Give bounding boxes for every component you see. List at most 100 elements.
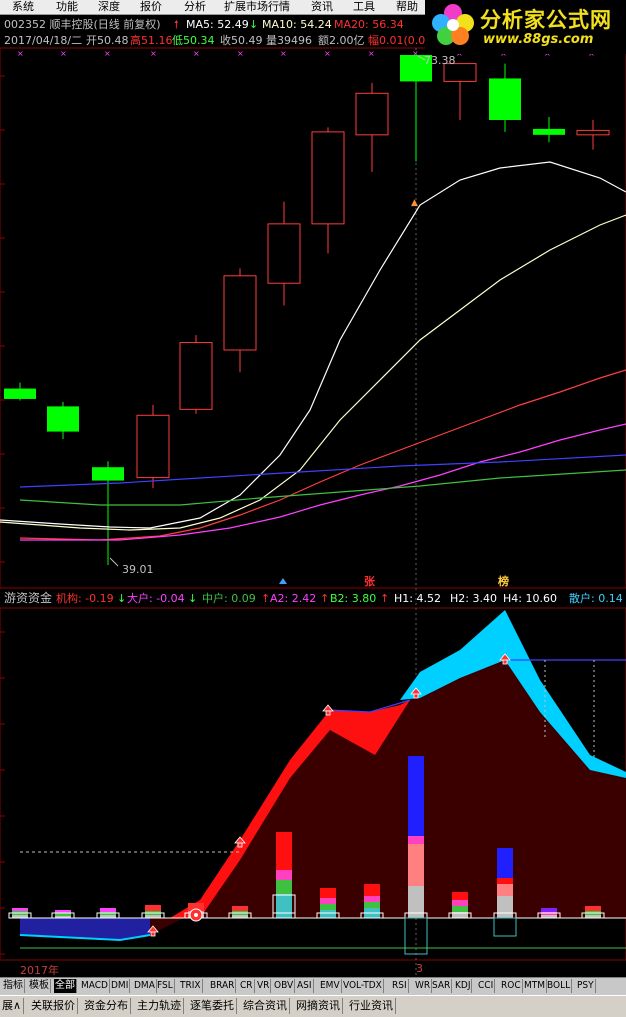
up-arrow-stem (150, 931, 156, 937)
candle-down (533, 128, 565, 135)
stacked-bar-segment (276, 832, 292, 870)
stacked-bar-segment (452, 900, 468, 906)
a2-arrow-up-icon: ↑ (320, 592, 330, 605)
tab-kdj[interactable]: KDJ (454, 979, 473, 993)
indicator-name: 游资资金 (4, 591, 53, 605)
stacked-bar-segment (408, 836, 424, 844)
sanhu-label: 散户: 0.14 (569, 592, 623, 605)
menu-item-8[interactable]: 帮助 (396, 0, 418, 13)
tab-asi[interactable]: ASI (296, 979, 314, 993)
neg-bar-outline-2 (493, 917, 517, 937)
menu-item-4[interactable]: 分析 (184, 0, 206, 13)
tab-psy[interactable]: PSY (576, 979, 596, 993)
tab-macd[interactable]: MACD (80, 979, 110, 993)
bottom-tab-5[interactable]: 综合资讯 (241, 998, 290, 1014)
tab-dmi[interactable]: DMI (110, 979, 131, 993)
bottom-tab-2[interactable]: 资金分布 (82, 998, 131, 1014)
ma5-arrow-down-icon: ↓ (249, 18, 259, 31)
menu-item-1[interactable]: 功能 (56, 0, 78, 13)
menu-item-3[interactable]: 报价 (140, 0, 162, 13)
high-price-label: 73.38 (424, 54, 456, 67)
dahu-label: 大户: -0.04 (127, 592, 185, 605)
ma20-label: MA20: 56.34 (334, 18, 404, 31)
bottom-bar: 展∧ 关联报价 资金分布 主力轨迹 逐笔委托 综合资讯 网摘资讯 行业资讯 (0, 995, 626, 1017)
tab-trix[interactable]: TRIX (179, 979, 203, 993)
small-marker-icon (279, 578, 287, 584)
kline-chart[interactable]: ××××××××××××××▲ (0, 0, 626, 977)
stacked-bar-segment (276, 894, 292, 918)
candle-up (179, 342, 213, 410)
tab-vr[interactable]: VR (256, 979, 272, 993)
tab-cci[interactable]: CCI (477, 979, 496, 993)
tab-指标[interactable]: 指标 (2, 979, 25, 993)
tab-obv[interactable]: OBV (273, 979, 296, 993)
menu-item-0[interactable]: 系统 (12, 0, 34, 13)
menu-item-6[interactable]: 资讯 (311, 0, 333, 13)
zhonghu-label: 中户: 0.09 (202, 592, 256, 605)
amount-label: 额2.00亿 (318, 34, 365, 47)
dahu-arrow-down-icon: ↓ (188, 592, 198, 605)
flower-logo-icon (432, 4, 474, 45)
tab-全部[interactable]: 全部 (54, 979, 77, 993)
up-arrow-stem (237, 842, 243, 848)
stacked-bar-segment (408, 844, 424, 886)
tab-sar[interactable]: SAR (431, 979, 453, 993)
stacked-bar-segment (408, 756, 424, 836)
menu-item-7[interactable]: 工具 (353, 0, 375, 13)
h2-label: H2: 3.40 (450, 592, 497, 605)
stacked-bar-segment (364, 902, 380, 908)
menu-item-2[interactable]: 深度 (98, 0, 120, 13)
bottom-tab-1[interactable]: 关联报价 (29, 998, 78, 1014)
a2-label: A2: 2.42 (270, 592, 317, 605)
signal-dot (194, 913, 198, 917)
up-arrow-icon (322, 704, 334, 712)
bottom-tab-6[interactable]: 网摘资讯 (294, 998, 343, 1014)
top-marker: × (237, 49, 244, 58)
menu-item-5[interactable]: 扩展市场行情 (224, 0, 290, 13)
stacked-bar-segment (497, 878, 513, 884)
tab-rsi[interactable]: RSI (391, 979, 409, 993)
stacked-bar-segment (497, 896, 513, 918)
tab-brar[interactable]: BRAR (209, 979, 237, 993)
tab-cr[interactable]: CR (239, 979, 255, 993)
logo: 分析家公式网 www.88gs.com (425, 0, 626, 54)
top-marker: × (324, 49, 331, 58)
bottom-tab-0[interactable]: 展∧ (0, 998, 25, 1014)
ma5-arrow-up-icon: 🠕 (174, 18, 179, 31)
top-marker: × (60, 49, 67, 58)
stacked-bar-segment (320, 888, 336, 898)
low-price-pointer (109, 557, 119, 567)
stacked-bar-segment (320, 898, 336, 904)
volume-label: 量39496 (266, 34, 312, 47)
amplitude-label: 幅0.01(0.0 (368, 34, 426, 47)
logo-url: www.88gs.com (483, 32, 594, 47)
stacked-bar-segment (497, 848, 513, 878)
tab-mtm[interactable]: MTM (523, 979, 548, 993)
tab-roc[interactable]: ROC (500, 979, 523, 993)
candle-up (136, 414, 170, 479)
tab-fsl[interactable]: FSL (156, 979, 175, 993)
tab-模板[interactable]: 模板 (28, 979, 51, 993)
top-marker: × (17, 49, 24, 58)
close-label: 收50.49 (220, 34, 263, 47)
bottom-tab-7[interactable]: 行业资讯 (347, 998, 396, 1014)
date-label: 2017/04/18/二 (4, 34, 83, 47)
stacked-bar-segment (12, 908, 28, 911)
tab-vol-tdx[interactable]: VOL-TDX (342, 979, 384, 993)
ma10-line (0, 214, 626, 531)
tab-boll[interactable]: BOLL (546, 979, 573, 993)
logo-title: 分析家公式网 (480, 8, 612, 32)
candle-up (355, 92, 389, 136)
tab-dma[interactable]: DMA (133, 979, 157, 993)
candle-up (267, 223, 301, 284)
zhang-marker: 张 (364, 575, 375, 588)
tab-emv[interactable]: EMV (319, 979, 342, 993)
tab-wr[interactable]: WR (414, 979, 433, 993)
bottom-tab-3[interactable]: 主力轨迹 (135, 998, 184, 1014)
bottom-tab-4[interactable]: 逐笔委托 (188, 998, 237, 1014)
candle-up (311, 131, 345, 225)
stock-title: 002352 顺丰控股(日线 前复权) (4, 18, 161, 31)
candle-up (223, 275, 257, 351)
indicator-tabs: 指标 模板 全部 MACD DMI DMA FSL TRIX BRAR CR VR OBV ASI EMV… (0, 977, 626, 995)
h1-label: H1: 4.52 (394, 592, 441, 605)
